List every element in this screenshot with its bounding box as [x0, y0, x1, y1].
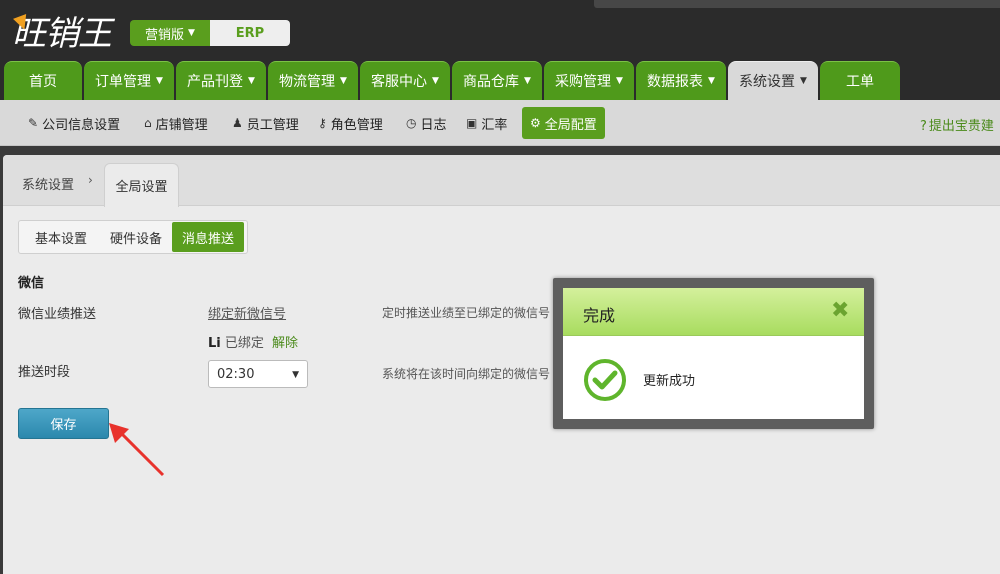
subnav-logs[interactable]: ◷ 日志: [406, 107, 447, 139]
caret-down-icon: ▼: [524, 76, 531, 86]
nav-tab-label: 系统设置: [739, 74, 796, 90]
caret-down-icon: ▼: [248, 76, 255, 86]
feedback-label: 提出宝贵建: [928, 119, 994, 134]
check-circle-icon: [584, 359, 626, 401]
subnav-label: 角色管理: [330, 117, 383, 133]
tab-basic-settings[interactable]: 基本设置: [22, 222, 100, 252]
caret-down-icon: ▼: [800, 76, 807, 86]
subnav-label: 店铺管理: [155, 117, 208, 133]
top-user-strip: [594, 0, 1000, 8]
nav-tab-label: 采购管理: [555, 74, 612, 90]
tab-message-push[interactable]: 消息推送: [172, 222, 244, 252]
erp-button[interactable]: ERP: [210, 20, 290, 46]
dialog-title: 完成: [583, 306, 616, 325]
nav-tab-reports[interactable]: 数据报表 ▼: [636, 61, 726, 100]
unbind-link[interactable]: 解除: [272, 336, 298, 351]
user-icon: ♟: [232, 116, 243, 130]
bound-user: Li: [208, 336, 221, 351]
edition-dropdown[interactable]: 营销版 ▼: [130, 20, 210, 46]
bound-status: 已绑定: [224, 336, 264, 351]
home-icon: ⌂: [144, 116, 152, 130]
nav-tab-label: 产品刊登: [187, 74, 244, 90]
push-description: 定时推送业绩至已绑定的微信号: [382, 306, 551, 320]
clock-icon: ◷: [406, 116, 417, 130]
subnav-label: 日志: [420, 117, 447, 133]
subnav-label: 汇率: [481, 117, 508, 133]
breadcrumb-parent[interactable]: 系统设置: [22, 174, 74, 193]
nav-tab-label: 客服中心: [371, 74, 428, 90]
settings-subnav: ✎ 公司信息设置 ⌂ 店铺管理 ♟ 员工管理 ⚷ 角色管理 ◷ 日志 ▣ 汇率 …: [0, 100, 1000, 146]
nav-tab-label: 物流管理: [279, 74, 336, 90]
bind-wechat-link[interactable]: 绑定新微信号: [208, 303, 286, 322]
subnav-global-config[interactable]: ⚙ 全局配置: [522, 107, 605, 139]
chevron-right-icon: ›: [88, 173, 93, 187]
edition-switcher: 营销版 ▼ ERP: [130, 20, 290, 46]
nav-tab-customer-service[interactable]: 客服中心 ▼: [360, 61, 450, 100]
caret-down-icon: ▼: [292, 370, 299, 380]
nav-tab-label: 工单: [846, 74, 874, 90]
money-icon: ▣: [466, 116, 478, 130]
success-dialog: 完成 ✖ 更新成功: [553, 278, 874, 429]
main-nav: 首页 订单管理 ▼ 产品刊登 ▼ 物流管理 ▼ 客服中心 ▼ 商品仓库 ▼ 采购管理 ▼ 数…: [0, 61, 1000, 100]
tab-hardware[interactable]: 硬件设备: [100, 222, 172, 252]
app-header: 旺销王 营销版 ▼ ERP 首页 订单管理 ▼ 产品刊登 ▼ 物流管理 ▼ 客服中心 ▼…: [0, 0, 1000, 100]
caret-down-icon: ▼: [340, 76, 347, 86]
subnav-label: 全局配置: [544, 117, 597, 133]
dialog-body: 完成 ✖ 更新成功: [563, 288, 864, 419]
bound-account: Li 已绑定 解除: [208, 332, 298, 351]
dialog-header: 完成 ✖: [563, 288, 864, 336]
push-time-select[interactable]: 02:30 ▼: [208, 360, 308, 388]
edition-label: 营销版: [145, 27, 185, 43]
nav-tab-label: 订单管理: [95, 74, 152, 90]
nav-tab-orders[interactable]: 订单管理 ▼: [84, 61, 174, 100]
push-time-value: 02:30: [217, 366, 255, 382]
push-label: 微信业绩推送: [18, 307, 97, 322]
app-logo[interactable]: 旺销王: [12, 6, 112, 55]
subnav-label: 员工管理: [246, 117, 299, 133]
nav-tab-label: 首页: [29, 74, 57, 90]
nav-tab-logistics[interactable]: 物流管理 ▼: [268, 61, 358, 100]
period-description: 系统将在该时间向绑定的微信号: [382, 367, 551, 381]
section-title-wechat: 微信: [18, 276, 45, 291]
subnav-staff-management[interactable]: ♟ 员工管理: [232, 107, 299, 139]
caret-down-icon: ▼: [188, 28, 195, 38]
pointer-arrow-icon: [109, 423, 165, 477]
close-icon[interactable]: ✖: [831, 300, 849, 322]
caret-down-icon: ▼: [156, 76, 163, 86]
divider: [0, 147, 1000, 155]
feedback-link[interactable]: ? 提出宝贵建: [920, 115, 994, 134]
nav-tab-system-settings[interactable]: 系统设置 ▼: [728, 61, 818, 100]
edit-icon: ✎: [28, 116, 39, 130]
caret-down-icon: ▼: [432, 76, 439, 86]
period-label: 推送时段: [18, 365, 71, 380]
caret-down-icon: ▼: [616, 76, 623, 86]
breadcrumb-current-tab[interactable]: 全局设置: [104, 163, 179, 207]
dialog-message: 更新成功: [643, 374, 696, 389]
subnav-store-management[interactable]: ⌂ 店铺管理: [144, 107, 208, 139]
subnav-label: 公司信息设置: [42, 117, 121, 133]
subnav-exchange-rate[interactable]: ▣ 汇率: [466, 107, 507, 139]
save-button[interactable]: 保存: [18, 408, 109, 439]
caret-down-icon: ▼: [708, 76, 715, 86]
nav-tab-label: 商品仓库: [463, 74, 520, 90]
nav-tab-warehouse[interactable]: 商品仓库 ▼: [452, 61, 542, 100]
question-icon: ?: [920, 119, 927, 134]
nav-tab-tickets[interactable]: 工单: [820, 61, 900, 100]
gear-icon: ⚙: [530, 116, 541, 130]
settings-tab-group: 基本设置 硬件设备 消息推送: [18, 220, 248, 254]
nav-tab-label: 数据报表: [647, 74, 704, 90]
subnav-role-management[interactable]: ⚷ 角色管理: [318, 107, 383, 139]
breadcrumb: 系统设置 › 全局设置: [3, 155, 1000, 207]
subnav-company-info[interactable]: ✎ 公司信息设置: [28, 107, 120, 139]
nav-tab-purchasing[interactable]: 采购管理 ▼: [544, 61, 634, 100]
key-icon: ⚷: [318, 116, 327, 130]
nav-tab-home[interactable]: 首页: [4, 61, 82, 100]
nav-tab-listing[interactable]: 产品刊登 ▼: [176, 61, 266, 100]
